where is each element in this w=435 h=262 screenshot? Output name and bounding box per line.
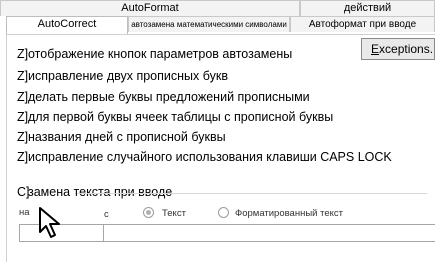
option-label: исправление случайного использования кла… <box>28 150 392 164</box>
checkbox-mark: C] <box>17 185 30 199</box>
section-title: замена текста при вводе <box>28 185 173 199</box>
tab-autocorrect[interactable]: AutoCorrect <box>6 16 128 34</box>
tab-math-autocorrect-label: автозамена математическими символами <box>131 20 287 29</box>
option-caps-lock-correction[interactable]: Z]исправление случайного использования к… <box>17 150 392 165</box>
exceptions-label: xceptions... <box>379 42 435 56</box>
mouse-pointer-icon <box>39 207 60 238</box>
tab-actions[interactable]: действий <box>300 0 435 16</box>
tab-autoformat-as-you-type-label: Автоформат при вводе <box>308 19 417 30</box>
autocorrect-panel: Z]отображение кнопок параметров автозаме… <box>6 34 435 262</box>
checkbox-mark: Z] <box>17 110 29 124</box>
checkbox-mark: Z] <box>17 69 29 83</box>
tab-row-bottom: AutoCorrect автозамена математическими с… <box>0 16 435 34</box>
tab-autocorrect-label: AutoCorrect <box>37 18 97 30</box>
tab-actions-label: действий <box>343 2 392 14</box>
tab-autoformat[interactable]: AutoFormat <box>0 0 300 16</box>
checkbox-mark: Z] <box>17 47 29 61</box>
tab-autoformat-label: AutoFormat <box>121 2 179 14</box>
option-two-initial-capitals[interactable]: Z]исправление двух прописных букв <box>17 69 228 84</box>
radio-dot <box>146 210 151 215</box>
checkbox-mark: Z] <box>17 150 29 164</box>
option-label: делать первые буквы предложений прописны… <box>28 90 310 104</box>
radio-plain-text[interactable] <box>143 207 154 218</box>
tab-math-autocorrect[interactable]: автозамена математическими символами <box>128 16 290 32</box>
radio-formatted-text-label: Форматированный текст <box>235 208 344 219</box>
option-label: для первой буквы ячеек таблицы с прописн… <box>28 110 334 124</box>
option-capitalize-day-names[interactable]: Z]названия дней с прописной буквы <box>17 130 226 145</box>
option-label: исправление двух прописных букв <box>28 69 228 83</box>
option-capitalize-sentences[interactable]: Z]делать первые буквы предложений пропис… <box>17 90 310 105</box>
exceptions-accelerator: E <box>371 42 380 56</box>
option-label: названия дней с прописной буквы <box>28 130 226 144</box>
option-label: отображение кнопок параметров автозамены <box>28 47 293 61</box>
exceptions-button[interactable]: Exceptions... <box>361 38 435 60</box>
radio-plain-text-label: Текст <box>162 208 186 219</box>
tab-autoformat-as-you-type[interactable]: Автоформат при вводе <box>290 16 435 32</box>
option-capitalize-table-cells[interactable]: Z]для первой буквы ячеек таблицы с пропи… <box>17 110 333 125</box>
option-show-autocorrect-buttons[interactable]: Z]отображение кнопок параметров автозаме… <box>17 47 292 62</box>
checkbox-mark: Z] <box>17 130 29 144</box>
with-input[interactable] <box>103 224 435 242</box>
section-divider <box>77 193 427 194</box>
replace-label: на <box>19 207 30 218</box>
with-label: с <box>104 209 109 220</box>
checkbox-mark: Z] <box>17 90 29 104</box>
tab-row-top: AutoFormat действий <box>0 0 435 16</box>
radio-formatted-text[interactable] <box>218 207 229 218</box>
